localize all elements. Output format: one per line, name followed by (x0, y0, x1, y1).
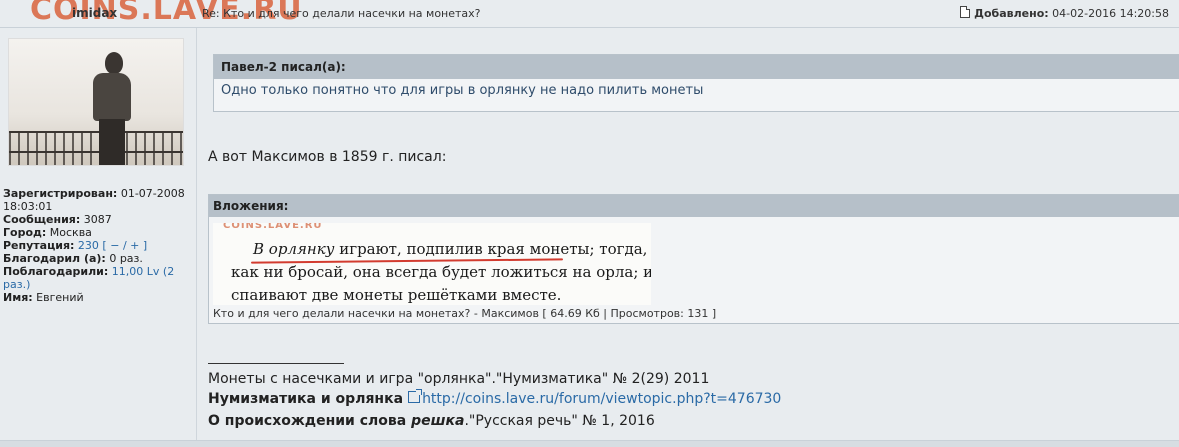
post-date-value: 04-02-2016 14:20:58 (1052, 7, 1169, 20)
signature-line-3-bold: О происхождении слова (208, 413, 412, 429)
city-label: Город: (3, 226, 47, 239)
post-title: Re: Кто и для чего делали насечки на мон… (202, 7, 481, 20)
scan-line-1-italic: В орлянку (253, 240, 335, 258)
author-sidebar: Зарегистрирован: 01-07-2008 18:03:01 Соо… (0, 28, 197, 446)
name-label: Имя: (3, 291, 33, 304)
post-date: Добавлено: 04-02-2016 14:20:58 (960, 6, 1169, 20)
reputation-minus-button[interactable]: − (110, 239, 119, 252)
was-thanked-value[interactable]: 11,00 Lv (112, 265, 160, 278)
avatar[interactable] (8, 38, 184, 166)
reputation-bracket-open: [ (102, 239, 107, 252)
reputation-plus-button[interactable]: + (130, 239, 139, 252)
post-document-icon[interactable] (960, 6, 971, 18)
post-header-bar: COINS.LAVE.RU imidax Re: Кто и для чего … (0, 0, 1179, 28)
messages-value: 3087 (83, 213, 112, 226)
registered-label: Зарегистрирован: (3, 187, 118, 200)
quote-block: Павел-2 писал(а): Одно только понятно чт… (213, 54, 1179, 112)
post-date-label: Добавлено: (974, 7, 1049, 20)
scan-line-2: как ни бросай, она всегда будет ложиться… (231, 263, 651, 281)
city-value: Москва (49, 226, 92, 239)
reputation-label: Репутация: (3, 239, 75, 252)
quote-text: Одно только понятно что для игры в орлян… (221, 83, 704, 98)
reputation-bracket-close: ] (142, 239, 148, 252)
name-value: Евгений (36, 291, 84, 304)
author-profile: Зарегистрирован: 01-07-2008 18:03:01 Соо… (3, 187, 193, 304)
attachment-image[interactable]: COINS.LAVE.RU В орлянку играют, подпилив… (213, 223, 651, 305)
post-content: Павел-2 писал(а): Одно только понятно чт… (197, 28, 1179, 446)
signature-line-2: Нумизматика и орлянка http://coins.lave.r… (208, 389, 781, 407)
scan-line-1: В орлянку играют, подпилив края монеты; … (253, 240, 647, 258)
signature-line-3-bold-italic: решка (411, 413, 465, 429)
was-thanked-label: Поблагодарили: (3, 265, 109, 278)
scan-line-1-rest: играют, подпилив края монеты; тогда, (334, 240, 648, 258)
signature-line-3-rest: ."Русская речь" № 1, 2016 (464, 413, 655, 429)
thanked-value: 0 раз. (109, 252, 143, 265)
reputation-separator: / (122, 239, 127, 252)
signature-divider (208, 363, 344, 364)
signature-line-3: О происхождении слова решка."Русская реч… (208, 413, 655, 429)
scan-line-3: спаивают две монеты решётками вместе. (231, 286, 562, 304)
post-body-text: А вот Максимов в 1859 г. писал: (208, 149, 447, 165)
post-author-name[interactable]: imidax (72, 6, 117, 20)
external-link-icon[interactable] (408, 389, 423, 403)
reputation-value[interactable]: 230 (78, 239, 99, 252)
attachments-block: Вложения: COINS.LAVE.RU В орлянку играют… (208, 194, 1179, 324)
quote-header: Павел-2 писал(а): (214, 55, 1179, 79)
attachment-caption: Кто и для чего делали насечки на монетах… (213, 307, 717, 320)
signature-line-2-bold: Нумизматика и орлянка (208, 391, 404, 407)
scan-watermark: COINS.LAVE.RU (223, 223, 323, 231)
messages-label: Сообщения: (3, 213, 81, 226)
attachments-header: Вложения: (209, 195, 1179, 217)
signature-link[interactable]: http://coins.lave.ru/forum/viewtopic.php… (422, 391, 781, 407)
thanked-label: Благодарил (а): (3, 252, 106, 265)
signature-line-1: Монеты с насечками и игра "орлянка"."Нум… (208, 371, 710, 387)
